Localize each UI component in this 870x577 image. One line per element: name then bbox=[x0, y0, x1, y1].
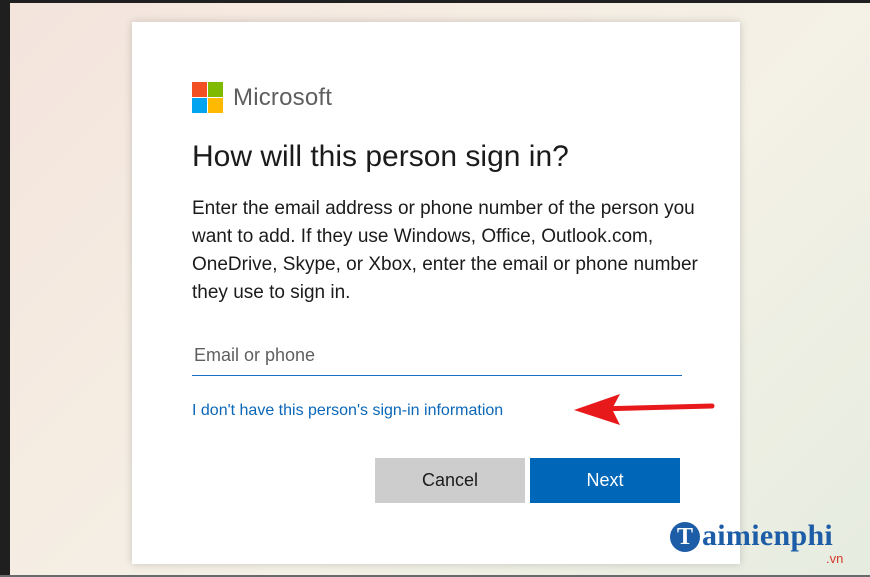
dialog-title: How will this person sign in? bbox=[192, 140, 569, 173]
logo-square-green bbox=[208, 82, 223, 97]
next-button[interactable]: Next bbox=[530, 458, 680, 503]
window-left-edge bbox=[0, 0, 10, 577]
window-top-edge bbox=[0, 0, 870, 3]
red-arrow-annotation-icon bbox=[574, 394, 715, 425]
microsoft-squares-icon bbox=[192, 82, 223, 113]
cancel-button[interactable]: Cancel bbox=[375, 458, 525, 503]
no-sign-in-info-link[interactable]: I don't have this person's sign-in infor… bbox=[192, 402, 503, 420]
watermark-tld: .vn bbox=[826, 551, 844, 566]
watermark-logo-icon: T bbox=[670, 522, 700, 552]
logo-square-yellow bbox=[208, 98, 223, 113]
taimienphi-watermark: T aimienphi .vn bbox=[664, 513, 864, 571]
email-or-phone-input[interactable] bbox=[192, 335, 682, 376]
microsoft-wordmark: Microsoft bbox=[233, 83, 333, 111]
microsoft-logo: Microsoft bbox=[192, 82, 332, 113]
dialog-description: Enter the email address or phone number … bbox=[192, 198, 698, 303]
logo-square-blue bbox=[192, 98, 207, 113]
logo-square-red bbox=[192, 82, 207, 97]
watermark-brand: aimienphi bbox=[702, 519, 834, 552]
sign-in-dialog: Microsoft How will this person sign in? … bbox=[132, 22, 740, 564]
